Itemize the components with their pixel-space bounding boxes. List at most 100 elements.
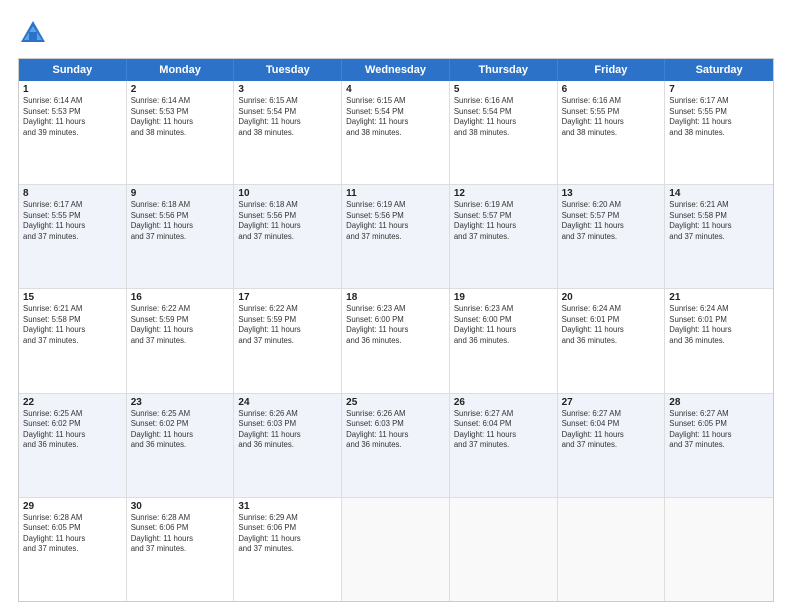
header-day-tuesday: Tuesday	[234, 59, 342, 81]
calendar-cell-4: 4Sunrise: 6:15 AMSunset: 5:54 PMDaylight…	[342, 81, 450, 184]
calendar-cell-17: 17Sunrise: 6:22 AMSunset: 5:59 PMDayligh…	[234, 289, 342, 392]
cell-details: Sunrise: 6:26 AMSunset: 6:03 PMDaylight:…	[346, 409, 445, 451]
day-number: 3	[238, 84, 337, 95]
cell-details: Sunrise: 6:23 AMSunset: 6:00 PMDaylight:…	[454, 304, 553, 346]
calendar-cell-10: 10Sunrise: 6:18 AMSunset: 5:56 PMDayligh…	[234, 185, 342, 288]
page: SundayMondayTuesdayWednesdayThursdayFrid…	[0, 0, 792, 612]
calendar-cell-20: 20Sunrise: 6:24 AMSunset: 6:01 PMDayligh…	[558, 289, 666, 392]
day-number: 10	[238, 188, 337, 199]
logo-icon	[18, 18, 48, 48]
cell-details: Sunrise: 6:26 AMSunset: 6:03 PMDaylight:…	[238, 409, 337, 451]
header-day-wednesday: Wednesday	[342, 59, 450, 81]
calendar-row-5: 29Sunrise: 6:28 AMSunset: 6:05 PMDayligh…	[19, 497, 773, 601]
header-day-sunday: Sunday	[19, 59, 127, 81]
calendar-cell-22: 22Sunrise: 6:25 AMSunset: 6:02 PMDayligh…	[19, 394, 127, 497]
day-number: 28	[669, 397, 769, 408]
cell-details: Sunrise: 6:17 AMSunset: 5:55 PMDaylight:…	[669, 96, 769, 138]
calendar-header: SundayMondayTuesdayWednesdayThursdayFrid…	[19, 59, 773, 81]
calendar-cell-24: 24Sunrise: 6:26 AMSunset: 6:03 PMDayligh…	[234, 394, 342, 497]
day-number: 20	[562, 292, 661, 303]
day-number: 5	[454, 84, 553, 95]
calendar-cell-18: 18Sunrise: 6:23 AMSunset: 6:00 PMDayligh…	[342, 289, 450, 392]
day-number: 15	[23, 292, 122, 303]
cell-details: Sunrise: 6:14 AMSunset: 5:53 PMDaylight:…	[131, 96, 230, 138]
cell-details: Sunrise: 6:24 AMSunset: 6:01 PMDaylight:…	[669, 304, 769, 346]
calendar-cell-7: 7Sunrise: 6:17 AMSunset: 5:55 PMDaylight…	[665, 81, 773, 184]
cell-details: Sunrise: 6:25 AMSunset: 6:02 PMDaylight:…	[23, 409, 122, 451]
day-number: 12	[454, 188, 553, 199]
calendar-cell-11: 11Sunrise: 6:19 AMSunset: 5:56 PMDayligh…	[342, 185, 450, 288]
calendar-cell-8: 8Sunrise: 6:17 AMSunset: 5:55 PMDaylight…	[19, 185, 127, 288]
day-number: 22	[23, 397, 122, 408]
cell-details: Sunrise: 6:29 AMSunset: 6:06 PMDaylight:…	[238, 513, 337, 555]
day-number: 24	[238, 397, 337, 408]
logo	[18, 18, 52, 48]
day-number: 31	[238, 501, 337, 512]
cell-details: Sunrise: 6:19 AMSunset: 5:57 PMDaylight:…	[454, 200, 553, 242]
calendar-cell-2: 2Sunrise: 6:14 AMSunset: 5:53 PMDaylight…	[127, 81, 235, 184]
cell-details: Sunrise: 6:22 AMSunset: 5:59 PMDaylight:…	[238, 304, 337, 346]
cell-details: Sunrise: 6:21 AMSunset: 5:58 PMDaylight:…	[669, 200, 769, 242]
cell-details: Sunrise: 6:18 AMSunset: 5:56 PMDaylight:…	[131, 200, 230, 242]
cell-details: Sunrise: 6:16 AMSunset: 5:54 PMDaylight:…	[454, 96, 553, 138]
day-number: 29	[23, 501, 122, 512]
day-number: 4	[346, 84, 445, 95]
cell-details: Sunrise: 6:21 AMSunset: 5:58 PMDaylight:…	[23, 304, 122, 346]
header-day-monday: Monday	[127, 59, 235, 81]
day-number: 2	[131, 84, 230, 95]
calendar-cell-6: 6Sunrise: 6:16 AMSunset: 5:55 PMDaylight…	[558, 81, 666, 184]
calendar-cell-12: 12Sunrise: 6:19 AMSunset: 5:57 PMDayligh…	[450, 185, 558, 288]
day-number: 21	[669, 292, 769, 303]
cell-details: Sunrise: 6:17 AMSunset: 5:55 PMDaylight:…	[23, 200, 122, 242]
calendar-cell-30: 30Sunrise: 6:28 AMSunset: 6:06 PMDayligh…	[127, 498, 235, 601]
calendar-cell-27: 27Sunrise: 6:27 AMSunset: 6:04 PMDayligh…	[558, 394, 666, 497]
day-number: 18	[346, 292, 445, 303]
calendar-cell-1: 1Sunrise: 6:14 AMSunset: 5:53 PMDaylight…	[19, 81, 127, 184]
cell-details: Sunrise: 6:28 AMSunset: 6:05 PMDaylight:…	[23, 513, 122, 555]
day-number: 27	[562, 397, 661, 408]
day-number: 7	[669, 84, 769, 95]
day-number: 19	[454, 292, 553, 303]
calendar-cell-31: 31Sunrise: 6:29 AMSunset: 6:06 PMDayligh…	[234, 498, 342, 601]
calendar-cell-empty	[342, 498, 450, 601]
day-number: 9	[131, 188, 230, 199]
calendar-cell-empty	[558, 498, 666, 601]
cell-details: Sunrise: 6:15 AMSunset: 5:54 PMDaylight:…	[346, 96, 445, 138]
day-number: 30	[131, 501, 230, 512]
cell-details: Sunrise: 6:16 AMSunset: 5:55 PMDaylight:…	[562, 96, 661, 138]
day-number: 26	[454, 397, 553, 408]
calendar-body: 1Sunrise: 6:14 AMSunset: 5:53 PMDaylight…	[19, 81, 773, 601]
header-day-saturday: Saturday	[665, 59, 773, 81]
calendar-cell-28: 28Sunrise: 6:27 AMSunset: 6:05 PMDayligh…	[665, 394, 773, 497]
day-number: 1	[23, 84, 122, 95]
day-number: 13	[562, 188, 661, 199]
calendar-cell-15: 15Sunrise: 6:21 AMSunset: 5:58 PMDayligh…	[19, 289, 127, 392]
cell-details: Sunrise: 6:15 AMSunset: 5:54 PMDaylight:…	[238, 96, 337, 138]
day-number: 8	[23, 188, 122, 199]
calendar-cell-26: 26Sunrise: 6:27 AMSunset: 6:04 PMDayligh…	[450, 394, 558, 497]
calendar-cell-16: 16Sunrise: 6:22 AMSunset: 5:59 PMDayligh…	[127, 289, 235, 392]
calendar-cell-14: 14Sunrise: 6:21 AMSunset: 5:58 PMDayligh…	[665, 185, 773, 288]
day-number: 23	[131, 397, 230, 408]
calendar-cell-empty	[450, 498, 558, 601]
cell-details: Sunrise: 6:18 AMSunset: 5:56 PMDaylight:…	[238, 200, 337, 242]
cell-details: Sunrise: 6:14 AMSunset: 5:53 PMDaylight:…	[23, 96, 122, 138]
calendar-row-2: 8Sunrise: 6:17 AMSunset: 5:55 PMDaylight…	[19, 184, 773, 288]
day-number: 11	[346, 188, 445, 199]
day-number: 16	[131, 292, 230, 303]
calendar-cell-21: 21Sunrise: 6:24 AMSunset: 6:01 PMDayligh…	[665, 289, 773, 392]
calendar-cell-29: 29Sunrise: 6:28 AMSunset: 6:05 PMDayligh…	[19, 498, 127, 601]
header	[18, 18, 774, 48]
calendar-cell-5: 5Sunrise: 6:16 AMSunset: 5:54 PMDaylight…	[450, 81, 558, 184]
cell-details: Sunrise: 6:22 AMSunset: 5:59 PMDaylight:…	[131, 304, 230, 346]
cell-details: Sunrise: 6:27 AMSunset: 6:04 PMDaylight:…	[562, 409, 661, 451]
calendar-row-1: 1Sunrise: 6:14 AMSunset: 5:53 PMDaylight…	[19, 81, 773, 184]
calendar-cell-19: 19Sunrise: 6:23 AMSunset: 6:00 PMDayligh…	[450, 289, 558, 392]
calendar-row-3: 15Sunrise: 6:21 AMSunset: 5:58 PMDayligh…	[19, 288, 773, 392]
calendar-row-4: 22Sunrise: 6:25 AMSunset: 6:02 PMDayligh…	[19, 393, 773, 497]
day-number: 25	[346, 397, 445, 408]
calendar-cell-25: 25Sunrise: 6:26 AMSunset: 6:03 PMDayligh…	[342, 394, 450, 497]
cell-details: Sunrise: 6:23 AMSunset: 6:00 PMDaylight:…	[346, 304, 445, 346]
cell-details: Sunrise: 6:24 AMSunset: 6:01 PMDaylight:…	[562, 304, 661, 346]
cell-details: Sunrise: 6:27 AMSunset: 6:05 PMDaylight:…	[669, 409, 769, 451]
